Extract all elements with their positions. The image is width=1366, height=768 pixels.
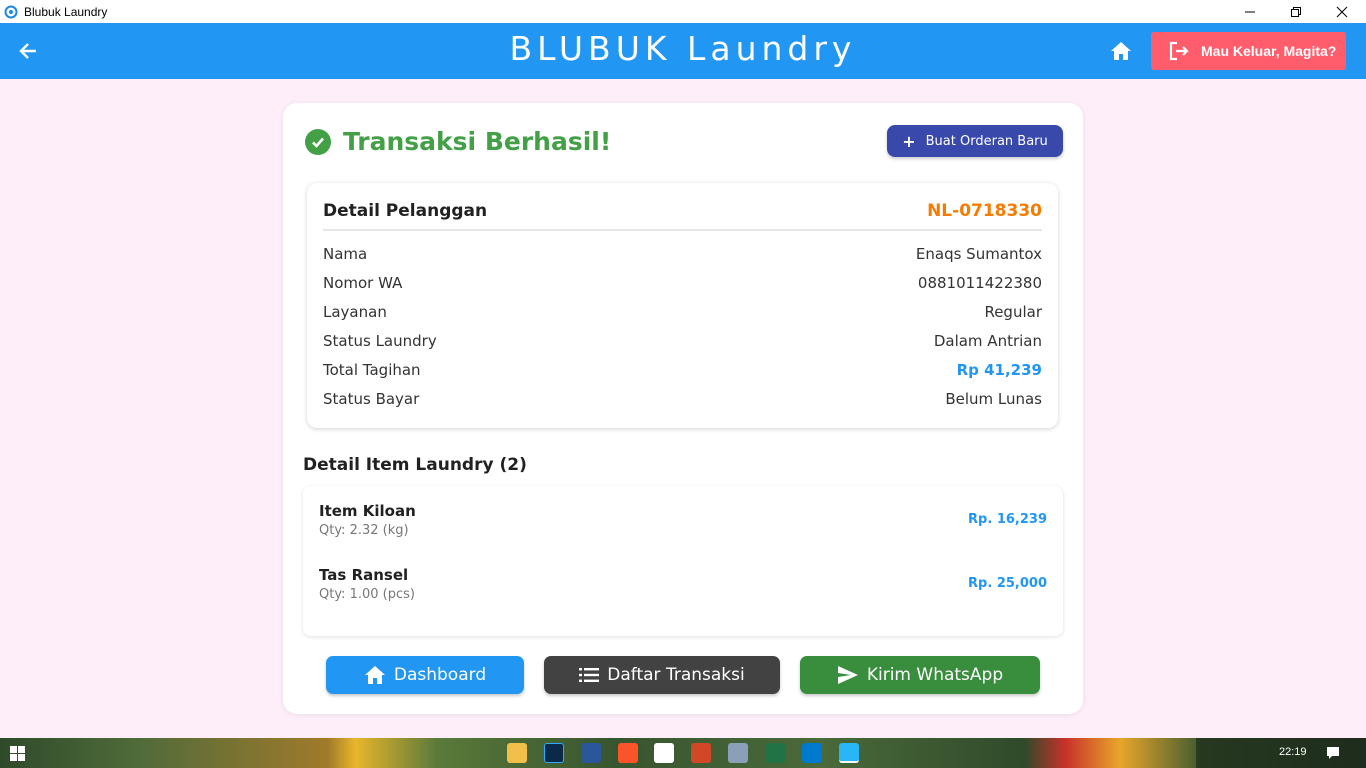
logout-label: Mau Keluar, Magita? bbox=[1201, 43, 1337, 59]
list-icon bbox=[579, 668, 600, 682]
detail-value: Regular bbox=[984, 303, 1042, 321]
new-order-label: Buat Orderan Baru bbox=[925, 133, 1048, 149]
detail-value: Belum Lunas bbox=[945, 390, 1042, 408]
home-icon bbox=[364, 666, 385, 684]
items-heading: Detail Item Laundry (2) bbox=[303, 455, 527, 475]
detail-label: Layanan bbox=[323, 303, 387, 321]
detail-label: Status Bayar bbox=[323, 390, 420, 408]
detail-label: Nama bbox=[323, 245, 368, 263]
detail-label: Status Laundry bbox=[323, 332, 437, 350]
detail-value: 0881011422380 bbox=[917, 274, 1042, 292]
restore-icon bbox=[1291, 6, 1301, 17]
notification-icon[interactable] bbox=[1326, 746, 1340, 760]
file-explorer-icon[interactable] bbox=[507, 743, 527, 763]
photoshop-icon[interactable] bbox=[544, 743, 564, 763]
app-bar: BLUBUK Laundry Mau Keluar, Magita? bbox=[0, 23, 1366, 79]
powerpoint-icon[interactable] bbox=[691, 743, 711, 763]
windows-taskbar: 22:19 bbox=[0, 738, 1366, 768]
customer-detail-heading: Detail Pelanggan bbox=[323, 201, 488, 221]
detail-row-payment-status: Status Bayar Belum Lunas bbox=[323, 390, 1042, 410]
home-button[interactable] bbox=[1107, 38, 1135, 64]
send-whatsapp-button[interactable]: Kirim WhatsApp bbox=[800, 656, 1040, 694]
transaction-list-label: Daftar Transaksi bbox=[607, 665, 745, 685]
detail-label: Nomor WA bbox=[323, 274, 403, 292]
send-whatsapp-label: Kirim WhatsApp bbox=[866, 665, 1004, 685]
window-titlebar: Blubuk Laundry bbox=[0, 0, 1366, 23]
check-circle-icon bbox=[305, 128, 331, 155]
minimize-icon bbox=[1245, 11, 1255, 12]
customer-detail-header: Detail Pelanggan NL-0718330 bbox=[323, 201, 1042, 231]
item-name: Item Kiloan bbox=[319, 502, 416, 520]
item-qty: Qty: 2.32 (kg) bbox=[319, 523, 409, 538]
detail-label: Total Tagihan bbox=[323, 361, 421, 379]
items-list: Item Kiloan Qty: 2.32 (kg) Rp. 16,239 Ta… bbox=[303, 486, 1063, 636]
clock[interactable]: 22:19 bbox=[1279, 746, 1307, 758]
success-header: Transaksi Berhasil! bbox=[305, 127, 611, 156]
success-title: Transaksi Berhasil! bbox=[343, 127, 612, 156]
detail-value: Dalam Antrian bbox=[933, 332, 1042, 350]
detail-row-name: Nama Enaqs Sumantox bbox=[323, 245, 1042, 265]
restore-button[interactable] bbox=[1273, 0, 1319, 23]
word-icon[interactable] bbox=[581, 743, 601, 763]
close-button[interactable] bbox=[1319, 0, 1365, 23]
window-title: Blubuk Laundry bbox=[24, 4, 108, 19]
paint-icon[interactable] bbox=[728, 743, 748, 763]
dashboard-button[interactable]: Dashboard bbox=[326, 656, 524, 694]
item-qty: Qty: 1.00 (pcs) bbox=[319, 587, 415, 602]
minimize-button[interactable] bbox=[1227, 0, 1273, 23]
detail-row-service: Layanan Regular bbox=[323, 303, 1042, 323]
app-logo-icon bbox=[4, 5, 18, 18]
home-icon bbox=[1111, 42, 1131, 60]
detail-row-phone: Nomor WA 0881011422380 bbox=[323, 274, 1042, 294]
excel-icon[interactable] bbox=[765, 743, 785, 763]
store-icon[interactable] bbox=[654, 743, 674, 763]
list-item: Item Kiloan Qty: 2.32 (kg) Rp. 16,239 bbox=[319, 502, 1047, 546]
detail-row-total: Total Tagihan Rp 41,239 bbox=[323, 361, 1042, 381]
detail-row-laundry-status: Status Laundry Dalam Antrian bbox=[323, 332, 1042, 352]
dashboard-label: Dashboard bbox=[393, 665, 487, 685]
order-code: NL-0718330 bbox=[927, 201, 1042, 221]
item-price: Rp. 25,000 bbox=[968, 576, 1047, 591]
windows-start-icon[interactable] bbox=[10, 746, 25, 761]
total-bill-value: Rp 41,239 bbox=[956, 361, 1042, 379]
transaction-card: Transaksi Berhasil! + Buat Orderan Baru … bbox=[283, 103, 1083, 714]
blubuk-laundry-taskbar-icon[interactable] bbox=[839, 743, 859, 763]
logout-button[interactable]: Mau Keluar, Magita? bbox=[1151, 32, 1346, 70]
new-order-button[interactable]: + Buat Orderan Baru bbox=[887, 125, 1063, 157]
list-item: Tas Ransel Qty: 1.00 (pcs) Rp. 25,000 bbox=[319, 566, 1047, 610]
send-icon bbox=[837, 666, 858, 684]
plus-icon: + bbox=[902, 131, 916, 151]
transaction-list-button[interactable]: Daftar Transaksi bbox=[544, 656, 780, 694]
customer-detail-panel: Detail Pelanggan NL-0718330 Nama Enaqs S… bbox=[307, 183, 1058, 428]
logout-icon bbox=[1169, 41, 1189, 61]
vscode-icon[interactable] bbox=[802, 743, 822, 763]
item-name: Tas Ransel bbox=[319, 566, 409, 584]
brave-icon[interactable] bbox=[618, 743, 638, 763]
item-price: Rp. 16,239 bbox=[968, 512, 1047, 527]
close-icon bbox=[1336, 6, 1348, 17]
detail-value: Enaqs Sumantox bbox=[915, 245, 1042, 263]
